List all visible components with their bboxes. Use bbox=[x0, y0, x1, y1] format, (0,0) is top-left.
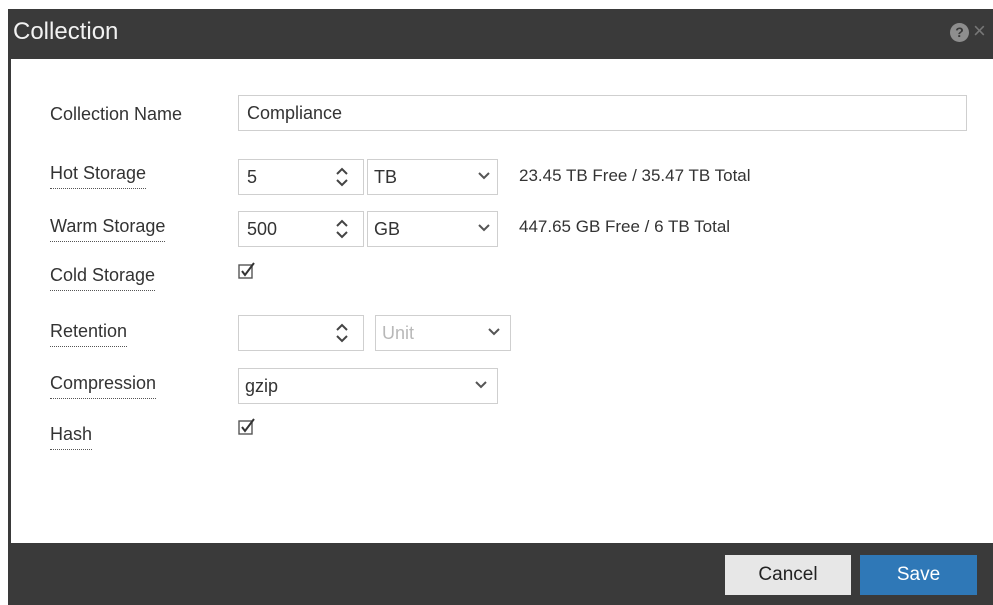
hot-storage-unit: TB bbox=[374, 167, 398, 187]
chevron-down-icon bbox=[488, 328, 500, 336]
dialog-title: Collection bbox=[13, 18, 119, 45]
retention-unit-select[interactable]: Unit bbox=[375, 315, 511, 351]
cold-storage-checkbox[interactable] bbox=[238, 262, 256, 280]
chevron-down-icon bbox=[475, 381, 487, 389]
spinner-arrows-icon[interactable] bbox=[335, 166, 349, 188]
help-icon[interactable]: ? bbox=[950, 23, 969, 42]
collection-name-input[interactable] bbox=[238, 95, 967, 131]
close-icon[interactable]: × bbox=[973, 20, 986, 42]
hash-label: Hash bbox=[50, 424, 93, 450]
hash-checkbox[interactable] bbox=[238, 418, 256, 436]
dialog-footer: Cancel Save bbox=[8, 543, 993, 605]
hot-storage-stepper[interactable]: 5 bbox=[238, 159, 364, 195]
warm-storage-info: 447.65 GB Free / 6 TB Total bbox=[519, 217, 731, 236]
dialog-content: Collection Name Hot Storage 5 TB 23.45 T… bbox=[11, 59, 993, 543]
warm-storage-unit: GB bbox=[374, 219, 401, 239]
warm-storage-value: 500 bbox=[247, 219, 278, 239]
dialog-titlebar: Collection ? × bbox=[8, 9, 993, 59]
collection-dialog: Collection ? × Collection Name Hot Stora… bbox=[8, 9, 993, 605]
compression-label: Compression bbox=[50, 373, 157, 399]
cold-storage-label: Cold Storage bbox=[50, 265, 156, 291]
collection-name-label: Collection Name bbox=[50, 104, 183, 124]
compression-select[interactable]: gzip bbox=[238, 368, 498, 404]
spinner-arrows-icon[interactable] bbox=[335, 322, 349, 344]
warm-storage-unit-select[interactable]: GB bbox=[367, 211, 498, 247]
chevron-down-icon bbox=[478, 172, 490, 180]
warm-storage-label: Warm Storage bbox=[50, 216, 166, 242]
spinner-arrows-icon[interactable] bbox=[335, 218, 349, 240]
chevron-down-icon bbox=[478, 224, 490, 232]
compression-value: gzip bbox=[245, 376, 279, 396]
save-button[interactable]: Save bbox=[860, 555, 977, 595]
hot-storage-unit-select[interactable]: TB bbox=[367, 159, 498, 195]
retention-label: Retention bbox=[50, 321, 128, 347]
hot-storage-label: Hot Storage bbox=[50, 163, 147, 189]
hot-storage-value: 5 bbox=[247, 167, 258, 187]
cancel-button[interactable]: Cancel bbox=[725, 555, 851, 595]
retention-stepper[interactable] bbox=[238, 315, 364, 351]
retention-unit-placeholder: Unit bbox=[382, 323, 415, 343]
warm-storage-stepper[interactable]: 500 bbox=[238, 211, 364, 247]
hot-storage-info: 23.45 TB Free / 35.47 TB Total bbox=[519, 166, 751, 185]
